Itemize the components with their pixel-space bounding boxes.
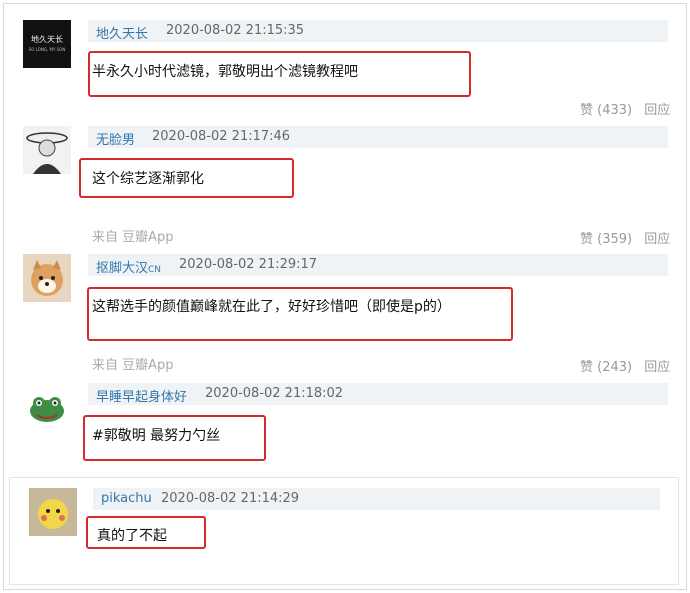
- like-count: (433): [597, 103, 633, 118]
- timestamp: 2020-08-02 21:17:46: [152, 129, 291, 144]
- username-link[interactable]: 早睡早起身体好: [96, 386, 187, 405]
- avatar[interactable]: [23, 383, 71, 431]
- like-count: (243): [597, 360, 633, 375]
- dog-icon: [31, 260, 63, 296]
- comment-text: 这个综艺逐渐郭化: [92, 171, 204, 187]
- avatar-title: 地久天长: [31, 35, 63, 44]
- username-link[interactable]: 地久天长: [96, 23, 148, 42]
- frog-icon: [30, 397, 64, 422]
- like-label: 赞: [580, 103, 594, 118]
- username-link[interactable]: 抠脚大汉CN: [96, 257, 161, 276]
- person-icon: [26, 132, 68, 174]
- comment-actions: 赞 (433) 回应: [580, 99, 670, 118]
- comment-text: 半永久小时代滤镜，郭敬明出个滤镜教程吧: [92, 64, 358, 80]
- avatar[interactable]: [23, 126, 71, 174]
- comment-actions: 赞 (243) 回应: [580, 356, 670, 375]
- like-button[interactable]: 赞 (359): [580, 232, 632, 247]
- like-label: 赞: [580, 232, 594, 247]
- username: 抠脚大汉: [96, 261, 149, 276]
- like-label: 赞: [580, 360, 594, 375]
- username-link[interactable]: 无脸男: [96, 129, 135, 148]
- avatar[interactable]: 地久天长 SO LONG, MY SON: [23, 20, 71, 68]
- timestamp: 2020-08-02 21:15:35: [166, 23, 305, 38]
- timestamp: 2020-08-02 21:29:17: [179, 257, 318, 272]
- like-count: (359): [597, 232, 633, 247]
- username-link[interactable]: pikachu: [101, 491, 152, 506]
- comment-header: 地久天长 2020-08-02 21:15:35: [88, 20, 668, 42]
- comment-text: 真的了不起: [97, 528, 167, 544]
- like-button[interactable]: 赞 (243): [580, 360, 632, 375]
- like-button[interactable]: 赞 (433): [580, 103, 632, 118]
- timestamp: 2020-08-02 21:14:29: [161, 491, 300, 506]
- reply-button[interactable]: 回应: [644, 103, 670, 118]
- reply-button[interactable]: 回应: [644, 360, 670, 375]
- comment-text: #郭敬明 最努力勺丝: [92, 428, 221, 444]
- comment-header: 抠脚大汉CN 2020-08-02 21:29:17: [88, 254, 668, 276]
- comment-header: 无脸男 2020-08-02 21:17:46: [88, 126, 668, 148]
- comment-header: 早睡早起身体好 2020-08-02 21:18:02: [88, 383, 668, 405]
- comment-source: 来自 豆瓣App: [92, 358, 174, 373]
- avatar[interactable]: [29, 488, 77, 536]
- pikachu-icon: [38, 499, 68, 529]
- comment-actions: 赞 (359) 回应: [580, 228, 670, 247]
- avatar-subtitle: SO LONG, MY SON: [28, 47, 66, 52]
- comment-header: pikachu 2020-08-02 21:14:29: [93, 488, 660, 510]
- comment-text: 这帮选手的颜值巅峰就在此了，好好珍惜吧（即使是p的）: [92, 299, 451, 315]
- reply-button[interactable]: 回应: [644, 232, 670, 247]
- comment-source: 来自 豆瓣App: [92, 230, 174, 245]
- region-badge: CN: [148, 265, 162, 275]
- avatar[interactable]: [23, 254, 71, 302]
- timestamp: 2020-08-02 21:18:02: [205, 386, 344, 401]
